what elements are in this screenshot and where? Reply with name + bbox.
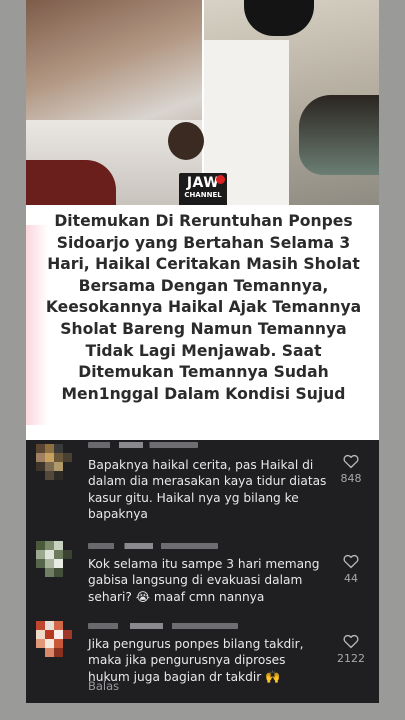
avatar[interactable] — [36, 444, 72, 480]
username-blurred[interactable] — [88, 623, 238, 629]
like-button[interactable]: 848 — [331, 452, 371, 485]
comments-overlay: Bapaknya haikal cerita, pas Haikal di da… — [26, 440, 379, 703]
avatar[interactable] — [36, 541, 72, 577]
logo-line2: CHANNEL — [184, 191, 222, 199]
heart-icon — [343, 454, 359, 469]
heart-icon — [343, 634, 359, 649]
photo-visitor — [204, 0, 379, 205]
photo-hospital-bed — [26, 0, 204, 205]
like-button[interactable]: 44 — [331, 552, 371, 585]
like-button[interactable]: 2122 — [331, 632, 371, 665]
like-count: 44 — [344, 572, 358, 585]
post-card: JAW CHANNEL Ditemukan Di Reruntuhan Ponp… — [26, 0, 379, 703]
black-cap — [244, 0, 314, 36]
comment-text: Jika pengurus ponpes bilang takdir, maka… — [88, 637, 304, 684]
comment-item: Kok selama itu sampe 3 hari memang gabis… — [26, 535, 379, 610]
logo-dot-icon — [216, 175, 225, 184]
news-photo: JAW CHANNEL — [26, 0, 379, 207]
like-count: 848 — [340, 472, 362, 485]
blanket — [26, 160, 116, 205]
headline-text: Ditemukan Di Reruntuhan Ponpes Sidoarjo … — [45, 212, 362, 403]
avatar[interactable] — [36, 621, 72, 657]
headline-box: Ditemukan Di Reruntuhan Ponpes Sidoarjo … — [26, 205, 379, 440]
username-blurred[interactable] — [88, 543, 218, 549]
comment-item: Bapaknya haikal cerita, pas Haikal di da… — [26, 440, 379, 525]
heart-icon — [343, 554, 359, 569]
page: JAW CHANNEL Ditemukan Di Reruntuhan Ponp… — [0, 0, 405, 720]
comment-item: Jika pengurus ponpes bilang takdir, maka… — [26, 615, 379, 703]
like-count: 2122 — [337, 652, 365, 665]
comment-text: Kok selama itu sampe 3 hari memang gabis… — [88, 557, 320, 604]
reply-button[interactable]: Balas — [88, 679, 119, 693]
patient-head — [168, 122, 204, 160]
patient-oxygen — [299, 95, 379, 175]
jaw-channel-logo: JAW CHANNEL — [179, 173, 227, 207]
comment-text: Bapaknya haikal cerita, pas Haikal di da… — [88, 458, 327, 522]
username-blurred[interactable] — [88, 442, 198, 448]
